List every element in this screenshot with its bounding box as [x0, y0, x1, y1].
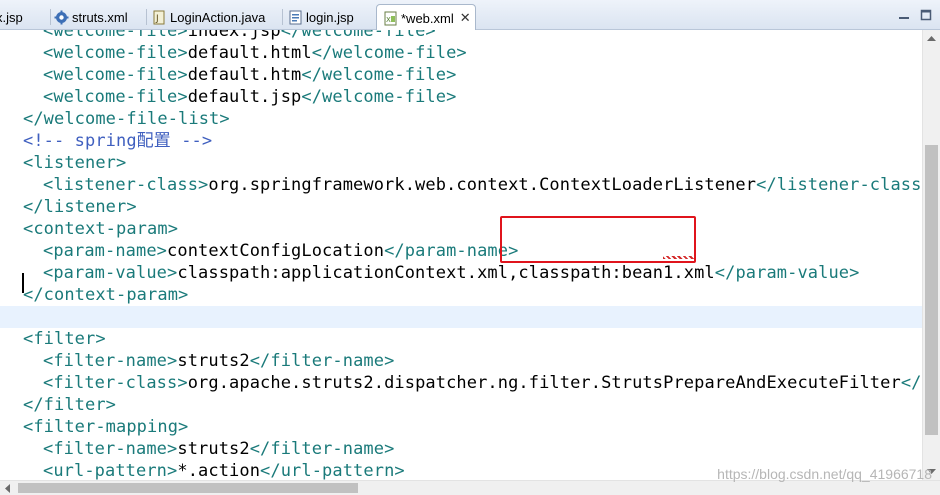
- code-line[interactable]: <welcome-file>default.htm</welcome-file>: [0, 64, 922, 86]
- code-line[interactable]: </filter>: [0, 394, 922, 416]
- xml-tag: </filter-name>: [249, 439, 395, 459]
- xml-tag: <filter>: [23, 329, 106, 349]
- current-code-line[interactable]: [0, 306, 922, 328]
- code-line[interactable]: <filter-mapping>: [0, 416, 922, 438]
- xml-tag: </welcome-file>: [311, 43, 467, 63]
- xml-tag: <filter-name>: [43, 439, 178, 459]
- xml-text: index.jsp: [187, 30, 281, 41]
- xml-tag: </param-name>: [384, 241, 519, 261]
- code-line[interactable]: <filter>: [0, 328, 922, 350]
- tab-label: login.jsp: [306, 10, 354, 25]
- xml-tag: <welcome-file>: [43, 30, 188, 41]
- xml-text: org.springframework.web.context.ContextL…: [208, 175, 757, 195]
- scroll-left-arrow-icon[interactable]: [3, 484, 12, 493]
- maximize-icon[interactable]: [920, 6, 932, 25]
- tab-index-jsp[interactable]: x.jsp: [0, 5, 48, 30]
- xml-tag: </filter>: [23, 395, 117, 415]
- vertical-scrollbar[interactable]: [922, 30, 940, 480]
- editor-window-controls: [898, 6, 932, 25]
- code-line[interactable]: <filter-class>org.apache.struts2.dispatc…: [0, 372, 922, 394]
- horizontal-scrollbar[interactable]: [0, 480, 940, 495]
- watermark-text: https://blog.csdn.net/qq_41966718: [717, 466, 932, 482]
- xml-tag: </welcome-file>: [280, 30, 436, 41]
- code-line[interactable]: <welcome-file>default.jsp</welcome-file>: [0, 86, 922, 108]
- gear-file-icon: [54, 10, 69, 25]
- xml-text: struts2: [177, 439, 250, 459]
- code-line[interactable]: <welcome-file>index.jsp</welcome-file>: [0, 30, 922, 42]
- code-editor[interactable]: <welcome-file>index.jsp</welcome-file> <w…: [0, 30, 922, 480]
- tab-label: x.jsp: [0, 10, 23, 25]
- xml-tag: </context-param>: [23, 285, 189, 305]
- xml-tag: <param-name>: [43, 241, 168, 261]
- close-tab-icon[interactable]: ✕: [460, 10, 471, 26]
- editor-tab-bar: x.jsp struts.xml J LoginAction.java logi…: [0, 0, 940, 31]
- xml-text: default.jsp: [187, 87, 302, 107]
- spelling-squiggle: [663, 256, 695, 259]
- tab-separator: [50, 9, 51, 25]
- code-line[interactable]: <context-param>: [0, 218, 922, 240]
- svg-text:X: X: [386, 16, 391, 24]
- xml-tag: </welcome-file>: [301, 87, 457, 107]
- scroll-up-arrow-icon[interactable]: [927, 34, 936, 43]
- xml-tag: <welcome-file>: [43, 43, 188, 63]
- xml-tag: <listener-class>: [43, 175, 209, 195]
- xml-tag: <welcome-file>: [43, 87, 188, 107]
- tab-loginaction-java[interactable]: J LoginAction.java: [152, 5, 280, 30]
- tab-web-xml[interactable]: X *web.xml ✕: [376, 4, 476, 31]
- xml-tag: <filter-mapping>: [23, 417, 189, 437]
- xml-tag: <listener>: [23, 153, 127, 173]
- xml-text: default.html: [187, 43, 312, 63]
- code-line[interactable]: <!-- spring配置 -->: [0, 130, 922, 152]
- java-file-icon: J: [152, 10, 167, 25]
- xml-text: default.htm: [187, 65, 302, 85]
- xml-tag: </listener-class>: [756, 175, 922, 195]
- xml-tag: <context-param>: [23, 219, 179, 239]
- code-line[interactable]: <param-name>contextConfigLocation</param…: [0, 240, 922, 262]
- text-caret: [22, 273, 24, 293]
- xml-comment: <!-- spring配置 -->: [23, 131, 213, 151]
- xml-tag: <url-pattern>: [43, 461, 178, 480]
- tab-label: LoginAction.java: [170, 10, 266, 25]
- code-line[interactable]: <listener>: [0, 152, 922, 174]
- tab-label: struts.xml: [72, 10, 128, 25]
- xml-tag: </listener>: [23, 197, 137, 217]
- jsp-file-icon: [288, 10, 303, 25]
- svg-text:J: J: [155, 14, 159, 24]
- xml-tag: </url-pattern>: [260, 461, 405, 480]
- code-line[interactable]: <welcome-file>default.html</welcome-file…: [0, 42, 922, 64]
- code-line[interactable]: </listener>: [0, 196, 922, 218]
- tab-separator: [282, 9, 283, 25]
- xml-tag: <filter-class>: [43, 373, 188, 393]
- xml-file-icon: X: [383, 11, 398, 26]
- xml-text: classpath:applicationContext.xml,classpa…: [177, 263, 715, 283]
- code-line[interactable]: <listener-class>org.springframework.web.…: [0, 174, 922, 196]
- xml-tag: </fil: [900, 373, 922, 393]
- code-line[interactable]: <param-value>classpath:applicationContex…: [0, 262, 922, 284]
- xml-tag: </welcome-file-list>: [23, 109, 230, 129]
- code-line[interactable]: </welcome-file-list>: [0, 108, 922, 130]
- code-line[interactable]: <filter-name>struts2</filter-name>: [0, 438, 922, 460]
- xml-text: contextConfigLocation: [167, 241, 385, 261]
- tab-login-jsp[interactable]: login.jsp: [288, 5, 372, 30]
- code-line[interactable]: <filter-name>struts2</filter-name>: [0, 350, 922, 372]
- tab-separator: [146, 9, 147, 25]
- code-line[interactable]: </context-param>: [0, 284, 922, 306]
- horizontal-scroll-thumb[interactable]: [18, 483, 358, 493]
- tab-label: *web.xml: [401, 10, 454, 26]
- xml-text: struts2: [177, 351, 250, 371]
- xml-tag: </param-value>: [714, 263, 860, 283]
- xml-text: *.action: [177, 461, 261, 480]
- xml-tag: </filter-name>: [249, 351, 395, 371]
- tab-struts-xml[interactable]: struts.xml: [54, 5, 144, 30]
- xml-tag: </welcome-file>: [301, 65, 457, 85]
- minimize-icon[interactable]: [898, 6, 910, 25]
- xml-tag: <param-value>: [43, 263, 178, 283]
- vertical-scroll-thumb[interactable]: [925, 145, 938, 435]
- xml-tag: <welcome-file>: [43, 65, 188, 85]
- xml-tag: <filter-name>: [43, 351, 178, 371]
- xml-text: org.apache.struts2.dispatcher.ng.filter.…: [187, 373, 901, 393]
